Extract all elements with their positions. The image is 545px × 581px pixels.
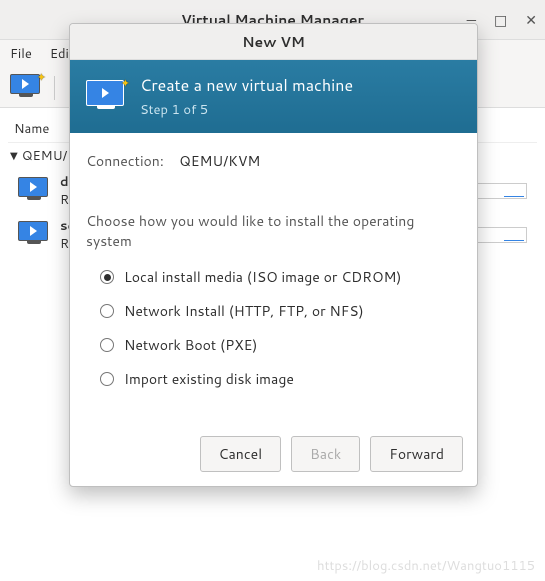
expand-icon[interactable]: ▼	[10, 149, 18, 163]
radio-icon	[100, 270, 114, 284]
menu-file[interactable]: File	[10, 45, 32, 63]
dialog-footer: Cancel Back Forward	[70, 422, 477, 486]
radio-label: Import existing disk image	[124, 369, 294, 389]
vm-icon	[18, 221, 50, 249]
toolbar-divider	[54, 76, 55, 100]
radio-import-disk[interactable]: Import existing disk image	[100, 369, 461, 389]
radio-network-install[interactable]: Network Install (HTTP, FTP, or NFS)	[100, 301, 461, 321]
forward-button[interactable]: Forward	[370, 436, 463, 472]
install-prompt: Choose how you would like to install the…	[86, 211, 461, 251]
vm-icon	[18, 177, 50, 205]
new-vm-icon[interactable]	[10, 74, 42, 102]
dialog-body: Connection: QEMU/KVM Choose how you woul…	[70, 133, 477, 422]
dialog-title: New VM	[70, 24, 477, 60]
back-button: Back	[291, 436, 360, 472]
radio-icon	[100, 304, 114, 318]
radio-label: Network Boot (PXE)	[124, 335, 257, 355]
close-button[interactable]: ✕	[525, 10, 537, 30]
radio-local-media[interactable]: Local install media (ISO image or CDROM)	[100, 267, 461, 287]
banner-step: Step 1 of 5	[140, 101, 353, 119]
radio-icon	[100, 372, 114, 386]
radio-icon	[100, 338, 114, 352]
new-vm-dialog: New VM Create a new virtual machine Step…	[69, 23, 478, 487]
dialog-banner: Create a new virtual machine Step 1 of 5	[70, 60, 477, 133]
connection-label: Connection:	[86, 151, 164, 171]
install-method-group: Local install media (ISO image or CDROM)…	[86, 267, 461, 389]
radio-network-boot[interactable]: Network Boot (PXE)	[100, 335, 461, 355]
watermark: https://blog.csdn.net/Wangtuo1115	[317, 557, 535, 575]
radio-label: Local install media (ISO image or CDROM)	[124, 267, 401, 287]
banner-vm-icon	[86, 80, 126, 114]
radio-label: Network Install (HTTP, FTP, or NFS)	[124, 301, 364, 321]
banner-heading: Create a new virtual machine	[140, 74, 353, 97]
cancel-button[interactable]: Cancel	[200, 436, 282, 472]
connection-value: QEMU/KVM	[179, 151, 260, 171]
maximize-button[interactable]: □	[494, 10, 507, 30]
